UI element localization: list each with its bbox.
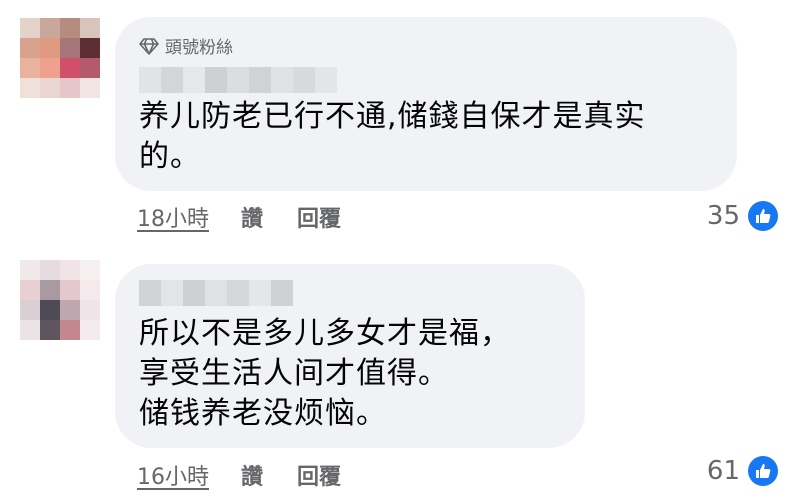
- comment-bubble: 所以不是多儿多女才是福， 享受生活人间才值得。 储钱养老没烦恼。: [115, 264, 585, 448]
- reply-button[interactable]: 回覆: [297, 201, 341, 233]
- commenter-name-redacted[interactable]: [139, 280, 293, 306]
- thumbs-up-icon: [748, 201, 778, 231]
- reaction-summary[interactable]: 35: [707, 201, 778, 231]
- timestamp-link[interactable]: 18小時: [137, 201, 209, 233]
- comment-bubble: 頭號粉絲 养儿防老已行不通,储錢自保才是真实 的。: [115, 17, 737, 191]
- comment-actions: 18小時 讚 回覆: [137, 201, 375, 233]
- like-button[interactable]: 讚: [241, 201, 263, 233]
- timestamp-link[interactable]: 16小時: [137, 459, 209, 491]
- reaction-summary[interactable]: 61: [707, 456, 778, 486]
- like-button[interactable]: 讚: [241, 459, 263, 491]
- reaction-count: 35: [706, 201, 740, 231]
- reaction-count: 61: [706, 456, 740, 486]
- avatar[interactable]: [20, 18, 100, 98]
- avatar[interactable]: [20, 260, 100, 340]
- comment-actions: 16小時 讚 回覆: [137, 459, 375, 491]
- badge-label: 頭號粉絲: [165, 38, 233, 58]
- diamond-icon: [139, 37, 159, 55]
- commenter-name-redacted[interactable]: [139, 67, 337, 93]
- comment-text: 所以不是多儿多女才是福， 享受生活人间才值得。 储钱养老没烦恼。: [139, 316, 511, 431]
- reply-button[interactable]: 回覆: [297, 459, 341, 491]
- top-fan-badge[interactable]: 頭號粉絲: [139, 33, 233, 58]
- thumbs-up-icon: [748, 456, 778, 486]
- comment-text: 养儿防老已行不通,储錢自保才是真实 的。: [139, 99, 646, 174]
